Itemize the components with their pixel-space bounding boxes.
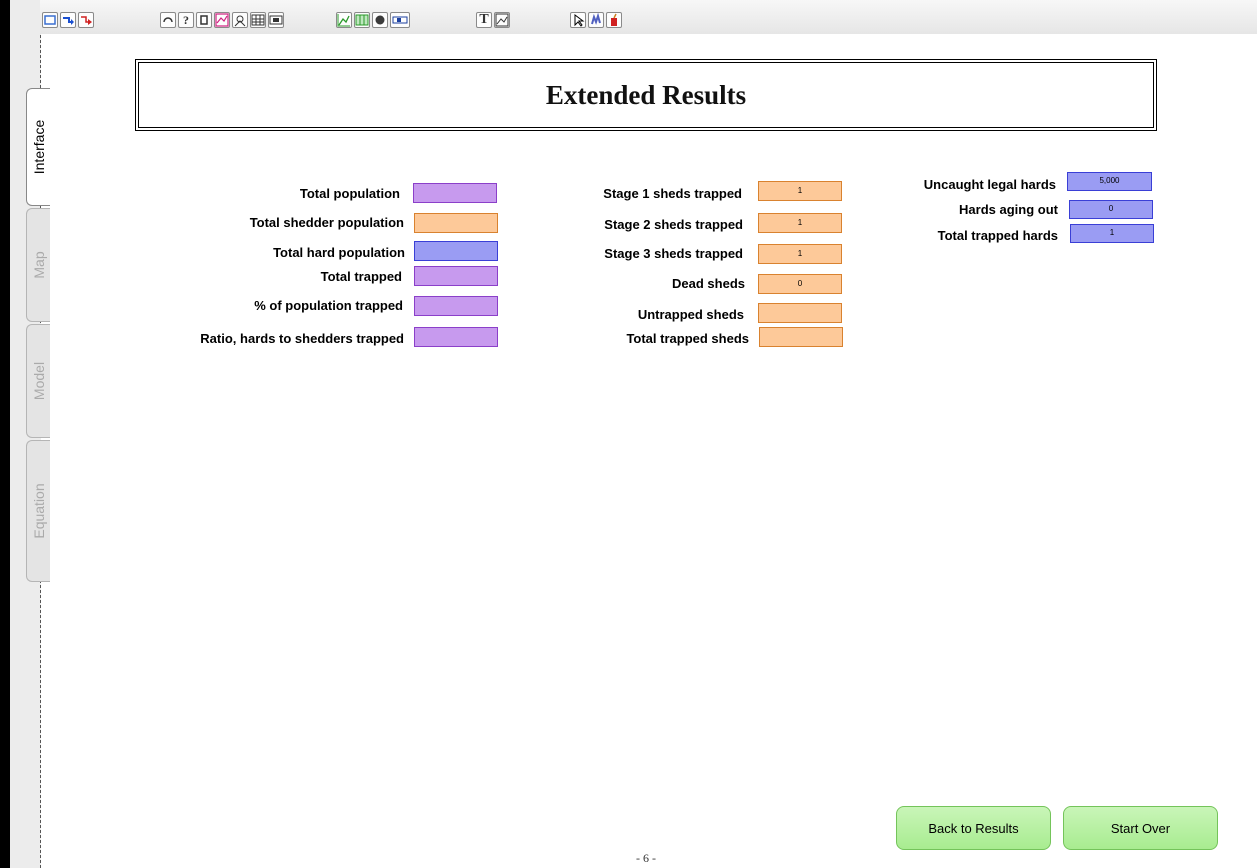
tab-interface-label: Interface bbox=[30, 119, 47, 175]
field-stage3-sheds-trapped: 1 bbox=[758, 244, 842, 264]
label-stage1-sheds-trapped: Stage 1 sheds trapped bbox=[603, 186, 742, 201]
tab-equation-label: Equation bbox=[30, 483, 47, 539]
flow-arrow-icon[interactable] bbox=[60, 12, 76, 28]
label-total-hard-population: Total hard population bbox=[273, 245, 405, 260]
graph-icon[interactable] bbox=[214, 12, 230, 28]
layer-icon[interactable] bbox=[42, 12, 58, 28]
label-total-trapped-sheds: Total trapped sheds bbox=[626, 331, 749, 346]
label-percent-trapped: % of population trapped bbox=[254, 298, 403, 313]
dynamite-icon[interactable] bbox=[606, 12, 622, 28]
connector-arrow-icon[interactable] bbox=[78, 12, 94, 28]
table-icon[interactable] bbox=[250, 12, 266, 28]
field-stage1-sheds-trapped: 1 bbox=[758, 181, 842, 201]
field-total-population bbox=[413, 183, 497, 203]
knob-icon[interactable] bbox=[372, 12, 388, 28]
label-ratio-trapped: Ratio, hards to shedders trapped bbox=[200, 331, 404, 346]
label-stage2-sheds-trapped: Stage 2 sheds trapped bbox=[604, 217, 743, 232]
label-hards-aging-out: Hards aging out bbox=[959, 202, 1058, 217]
title-box: Extended Results bbox=[135, 59, 1157, 131]
label-uncaught-legal-hards: Uncaught legal hards bbox=[923, 177, 1056, 192]
field-dead-sheds: 0 bbox=[758, 274, 842, 294]
text-icon[interactable]: T bbox=[476, 12, 492, 28]
help-icon[interactable]: ? bbox=[178, 12, 194, 28]
field-ratio-trapped bbox=[414, 327, 498, 347]
label-stage3-sheds-trapped: Stage 3 sheds trapped bbox=[604, 246, 743, 261]
field-total-trapped bbox=[414, 266, 498, 286]
start-over-button[interactable]: Start Over bbox=[1063, 806, 1218, 850]
slider-icon[interactable] bbox=[390, 12, 410, 28]
pointer-icon[interactable] bbox=[570, 12, 586, 28]
label-total-shedder-population: Total shedder population bbox=[249, 215, 404, 230]
numeric-display-icon[interactable] bbox=[268, 12, 284, 28]
label-total-population: Total population bbox=[299, 186, 400, 201]
page-title: Extended Results bbox=[545, 79, 747, 110]
button-icon[interactable] bbox=[196, 12, 212, 28]
label-total-trapped: Total trapped bbox=[320, 269, 402, 284]
hand-icon[interactable] bbox=[588, 12, 604, 28]
field-percent-trapped bbox=[414, 296, 498, 316]
table-pad-icon[interactable] bbox=[354, 12, 370, 28]
field-hards-aging-out: 0 bbox=[1069, 200, 1153, 219]
back-to-results-button[interactable]: Back to Results bbox=[896, 806, 1051, 850]
toolbar: ? T bbox=[40, 0, 1257, 34]
tab-map[interactable]: Map bbox=[26, 208, 50, 322]
label-dead-sheds: Dead sheds bbox=[672, 276, 745, 291]
tab-equation[interactable]: Equation bbox=[26, 440, 50, 582]
field-total-hard-population bbox=[414, 241, 498, 261]
tab-model-label: Model bbox=[30, 361, 47, 401]
graph-pad-icon[interactable] bbox=[336, 12, 352, 28]
field-total-trapped-sheds bbox=[759, 327, 843, 347]
field-uncaught-legal-hards: 5,000 bbox=[1067, 172, 1152, 191]
tab-map-label: Map bbox=[30, 251, 47, 279]
window-edge bbox=[0, 0, 10, 868]
sector-icon[interactable] bbox=[232, 12, 248, 28]
tab-model[interactable]: Model bbox=[26, 324, 50, 438]
loop-icon[interactable] bbox=[160, 12, 176, 28]
field-untrapped-sheds bbox=[758, 303, 842, 323]
label-untrapped-sheds: Untrapped sheds bbox=[637, 307, 744, 322]
tab-interface[interactable]: Interface bbox=[26, 88, 50, 206]
page-number: - 6 - bbox=[636, 851, 656, 865]
field-total-shedder-population bbox=[414, 213, 498, 233]
field-stage2-sheds-trapped: 1 bbox=[758, 213, 842, 233]
image-icon[interactable] bbox=[494, 12, 510, 28]
view-tab-strip: Interface Map Model Equation bbox=[10, 0, 50, 868]
field-total-trapped-hards: 1 bbox=[1070, 224, 1154, 243]
label-total-trapped-hards: Total trapped hards bbox=[937, 228, 1058, 243]
